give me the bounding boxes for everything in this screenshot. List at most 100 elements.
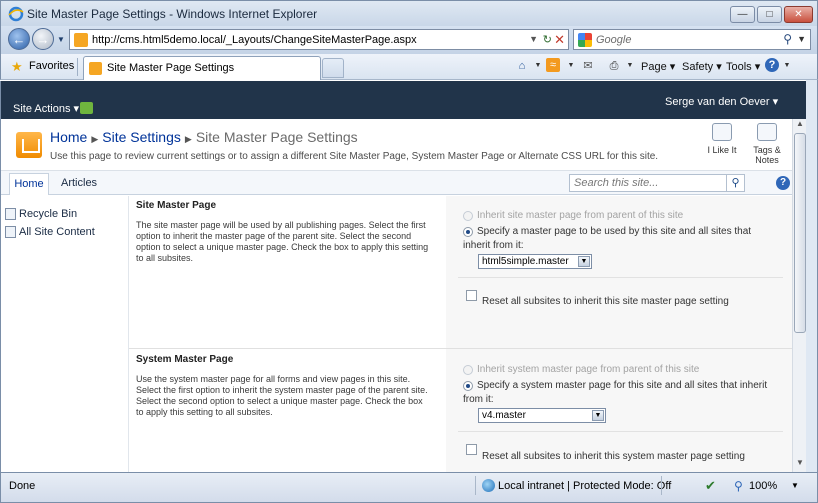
site-master-page-select[interactable]: html5simple.master ▼ (478, 254, 592, 269)
print-dropdown-icon[interactable]: ▼ (621, 58, 639, 74)
separator (475, 476, 476, 495)
specify-site-master-radio[interactable] (463, 227, 473, 237)
recycle-bin-label: Recycle Bin (19, 208, 78, 220)
history-dropdown-icon[interactable]: ▼ (57, 35, 65, 44)
search-options-icon[interactable]: ▼ (797, 34, 806, 44)
reset-system-master-label: Reset all subsites to inherit this syste… (482, 451, 745, 462)
help-icon[interactable]: ? (765, 58, 779, 72)
zoom-level[interactable]: 100% (749, 480, 777, 492)
specify-system-master-label-2: from it: (463, 394, 494, 405)
zoom-icon[interactable]: ⚲ (734, 479, 743, 493)
nav-tab-home[interactable]: Home (9, 173, 49, 195)
site-master-page-section: Site Master Page The site master page wi… (129, 196, 792, 348)
address-url[interactable]: http://cms.html5demo.local/_Layouts/Chan… (92, 34, 417, 46)
chevron-down-icon: ▼ (592, 410, 604, 421)
all-site-content-label: All Site Content (19, 226, 95, 238)
specify-site-master-label-2: inherit from it: (463, 240, 524, 251)
quick-launch: Recycle Bin All Site Content (1, 196, 129, 472)
user-menu[interactable]: Serge van den Oever ▾ (665, 95, 778, 108)
tools-menu[interactable]: Tools ▾ (726, 60, 760, 73)
address-bar[interactable]: http://cms.html5demo.local/_Layouts/Chan… (69, 29, 569, 50)
home-dropdown-icon[interactable]: ▼ (529, 58, 547, 74)
globe-icon (482, 479, 495, 492)
site-search-placeholder: Search this site... (574, 177, 659, 189)
system-master-page-value: v4.master (482, 410, 526, 421)
security-zone[interactable]: Local intranet | Protected Mode: Off (498, 480, 671, 492)
page-title: Site Master Page Settings (195, 129, 358, 145)
vertical-scrollbar[interactable]: ▲ ▼ (792, 119, 806, 472)
section-description: Use the system master page for all forms… (136, 374, 428, 417)
mail-icon[interactable]: ✉ (579, 58, 597, 74)
nav-tab-articles[interactable]: Articles (61, 177, 97, 189)
page-menu[interactable]: Page ▾ (641, 60, 675, 73)
close-button[interactable]: ✕ (784, 6, 813, 23)
breadcrumb-site-settings[interactable]: Site Settings (102, 129, 181, 145)
feeds-icon[interactable]: ≈ (546, 58, 560, 72)
reset-site-master-label: Reset all subsites to inherit this site … (482, 296, 729, 307)
breadcrumb-arrow-icon: ▶ (91, 134, 99, 144)
tags-notes-button[interactable]: Tags & Notes (747, 123, 787, 165)
breadcrumb-home[interactable]: Home (50, 129, 87, 145)
section-title: System Master Page (136, 354, 234, 365)
google-icon (578, 33, 592, 47)
section-title: Site Master Page (136, 200, 217, 211)
site-search-input[interactable]: Search this site... ⚲ (569, 174, 745, 192)
scroll-down-icon[interactable]: ▼ (793, 458, 807, 472)
help-icon[interactable]: ? (776, 176, 790, 190)
inherit-site-master-radio[interactable] (463, 211, 473, 221)
search-placeholder: Google (596, 34, 632, 46)
tags-notes-label-2: Notes (755, 155, 779, 165)
recycle-bin-link[interactable]: Recycle Bin (5, 208, 78, 220)
new-tab-button[interactable] (322, 58, 344, 78)
chevron-down-icon: ▼ (578, 256, 590, 267)
i-like-it-button[interactable]: I Like It (702, 123, 742, 155)
reset-site-master-checkbox[interactable] (466, 290, 477, 301)
back-button[interactable]: ← (8, 28, 30, 50)
help-dropdown-icon[interactable]: ▼ (778, 58, 796, 74)
browser-tab[interactable]: Site Master Page Settings (83, 56, 321, 80)
section-description-column: System Master Page Use the system master… (129, 349, 446, 472)
all-site-content-link[interactable]: All Site Content (5, 226, 95, 238)
reset-system-master-checkbox[interactable] (466, 444, 477, 455)
page-title-area: Home ▶ Site Settings ▶ Site Master Page Sett… (1, 119, 792, 171)
site-master-page-value: html5simple.master (482, 256, 569, 267)
zoom-dropdown-icon[interactable]: ▼ (791, 481, 799, 490)
system-master-page-section: System Master Page Use the system master… (129, 349, 792, 472)
inherit-system-master-label: Inherit system master page from parent o… (477, 364, 700, 375)
refresh-icon[interactable]: ↻ (543, 33, 552, 46)
maximize-button[interactable]: □ (757, 6, 782, 23)
address-dropdown-icon[interactable]: ▼ (529, 34, 538, 44)
site-search-icon[interactable]: ⚲ (726, 175, 744, 191)
site-actions-menu[interactable]: Site Actions ▾ (13, 102, 79, 115)
forward-button[interactable]: → (32, 28, 54, 50)
search-box[interactable]: Google ⚲ ▼ (573, 29, 811, 50)
system-master-page-select[interactable]: v4.master ▼ (478, 408, 606, 423)
address-toolbar: ← → ▼ http://cms.html5demo.local/_Layout… (0, 26, 818, 54)
navigate-up-icon[interactable] (80, 102, 93, 114)
favorites-bar: ★ Favorites Site Master Page Settings ⌂ … (0, 54, 818, 80)
safety-menu[interactable]: Safety ▾ (682, 60, 722, 73)
i-like-it-label: I Like It (707, 145, 737, 155)
separator (77, 58, 78, 76)
feeds-dropdown-icon[interactable]: ▼ (562, 58, 580, 74)
tab-favicon (89, 62, 102, 75)
specify-site-master-label: Specify a master page to be used by this… (477, 226, 752, 237)
search-icon[interactable]: ⚲ (783, 32, 792, 46)
inherit-system-master-radio[interactable] (463, 365, 473, 375)
favorites-button[interactable]: Favorites (29, 60, 74, 72)
site-logo-icon (16, 132, 42, 158)
tags-notes-label: Tags & (753, 145, 781, 155)
internet-explorer-icon (8, 6, 24, 22)
specify-system-master-radio[interactable] (463, 381, 473, 391)
favorites-star-icon[interactable]: ★ (11, 59, 23, 75)
protected-mode-icon[interactable]: ✔ (705, 478, 716, 494)
status-text: Done (9, 480, 36, 492)
stop-icon[interactable]: ✕ (554, 32, 565, 48)
thumbs-up-icon (712, 123, 732, 141)
separator (458, 277, 783, 278)
scroll-thumb[interactable] (794, 133, 806, 333)
section-options-column: Inherit system master page from parent o… (446, 349, 792, 472)
sharepoint-ribbon-bar: Site Actions ▾ Serge van den Oever ▾ (0, 81, 818, 119)
scroll-up-icon[interactable]: ▲ (793, 119, 807, 133)
minimize-button[interactable]: — (730, 6, 755, 23)
